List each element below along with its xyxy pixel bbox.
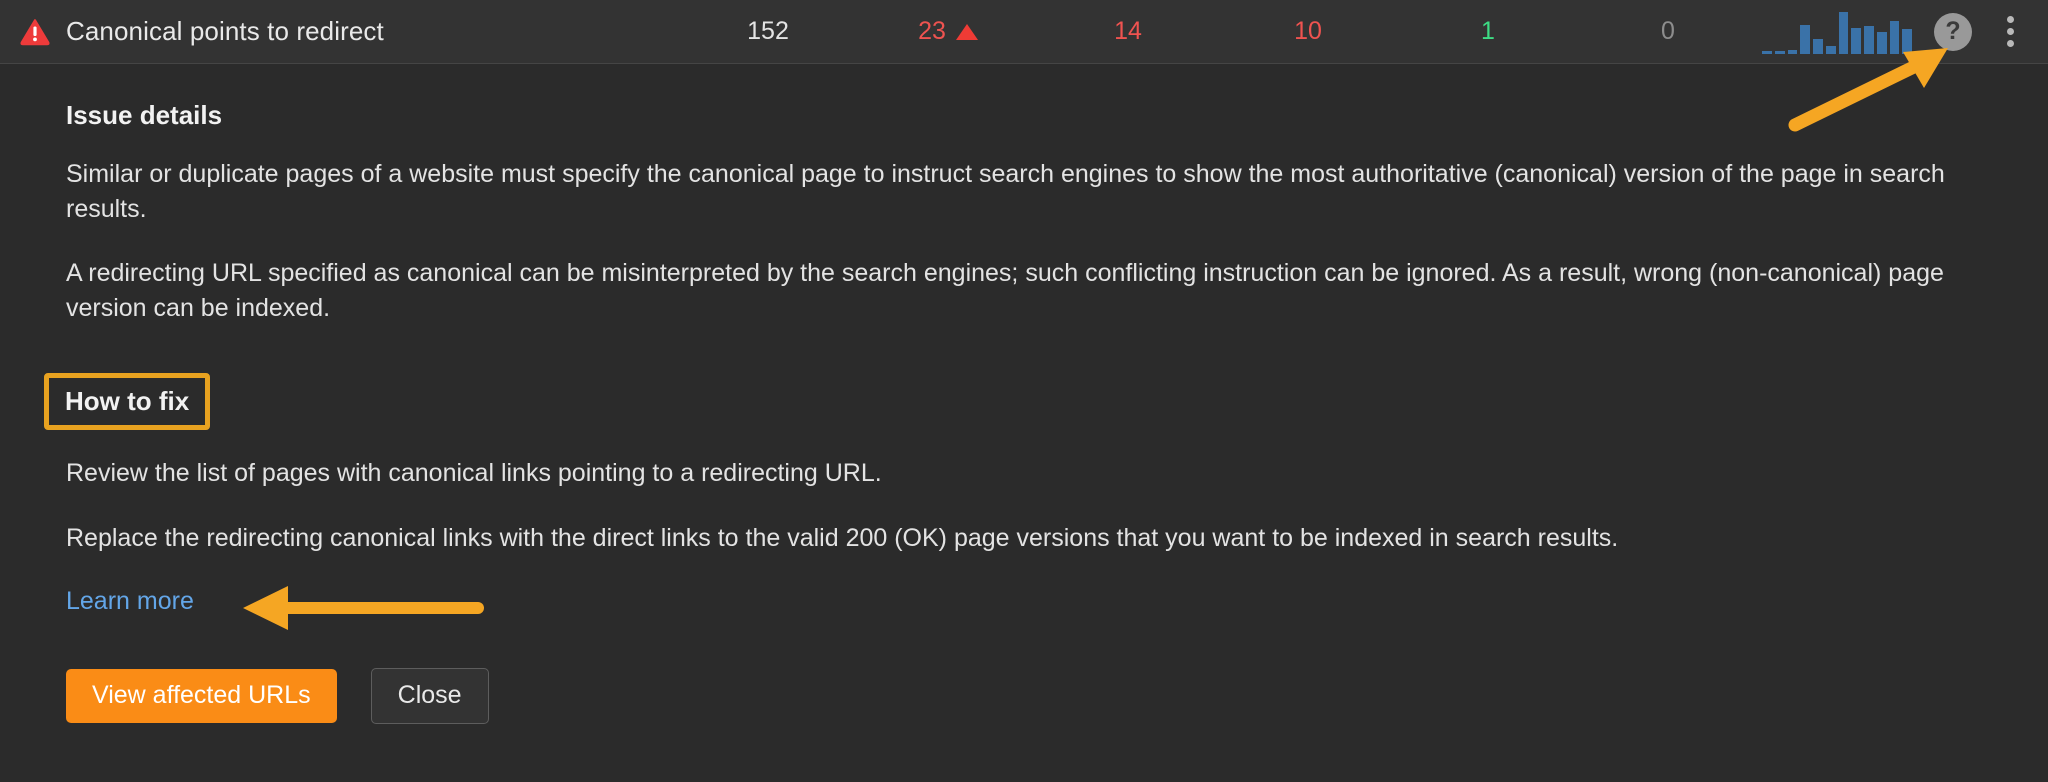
sparkline-bar [1838,12,1849,54]
issue-header-row[interactable]: Canonical points to redirect 152 23 14 1… [0,0,2048,64]
close-button[interactable]: Close [370,668,489,724]
trend-sparkline-chart[interactable] [1762,10,1912,54]
sparkline-bar [1889,21,1900,54]
kebab-dot [2006,40,2014,47]
view-affected-urls-button[interactable]: View affected URLs [66,669,337,723]
sparkline-bar [1762,50,1772,54]
metric-column-a-value: 14 [1114,17,1142,45]
how-to-fix-highlight-box: How to fix [44,373,211,430]
metric-new[interactable]: 23 [858,17,1038,46]
metric-column-b-value: 10 [1294,17,1322,45]
trend-up-icon [955,23,978,40]
action-button-row: View affected URLs Close [66,668,1988,724]
kebab-dot [2006,16,2014,23]
sparkline-bar [1851,27,1861,54]
metric-total[interactable]: 152 [678,17,858,46]
how-to-fix-heading: How to fix [65,386,190,416]
metric-column-d-value: 0 [1661,17,1675,45]
kebab-menu-icon[interactable] [1986,10,2034,54]
issue-metrics: 152 23 14 10 1 0 ? [678,10,2048,54]
how-to-fix-paragraph-2: Replace the redirecting canonical links … [66,523,1619,552]
metric-column-d[interactable]: 0 [1578,17,1758,46]
sparkline-bar [1774,50,1785,54]
metric-column-c[interactable]: 1 [1398,17,1578,46]
sparkline-bar [1864,26,1874,54]
help-icon-label: ? [1945,17,1961,45]
metric-column-c-value: 1 [1481,17,1495,45]
issue-details-panel: Issue details Similar or duplicate pages… [0,64,2048,724]
learn-more-link[interactable]: Learn more [66,587,194,616]
metric-column-a[interactable]: 14 [1038,17,1218,46]
sparkline-bar [1787,49,1798,54]
issue-details-paragraph-2: A redirecting URL specified as canonical… [66,259,1944,322]
metric-total-value: 152 [747,17,789,45]
issue-details-paragraph-1: Similar or duplicate pages of a website … [66,160,1945,223]
kebab-dot [2006,28,2014,35]
metric-new-value: 23 [918,17,946,45]
metric-column-b[interactable]: 10 [1218,17,1398,46]
issue-title: Canonical points to redirect [66,16,384,46]
issue-details-heading: Issue details [66,100,223,130]
sparkline-bar [1825,45,1836,54]
sparkline-bar [1813,39,1823,54]
how-to-fix-paragraph-1: Review the list of pages with canonical … [66,459,882,487]
sparkline-bar [1876,31,1887,54]
help-icon[interactable]: ? [1934,12,1972,51]
sparkline-bar [1902,28,1912,54]
warning-triangle-icon [20,17,50,47]
sparkline-bar [1800,25,1810,54]
